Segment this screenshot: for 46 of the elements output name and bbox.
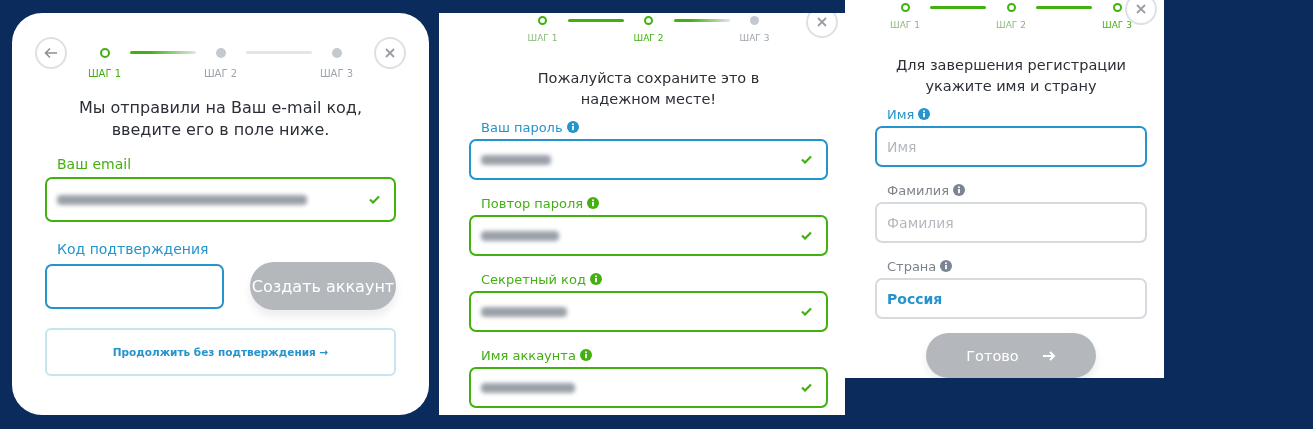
field-label: Имя аккаунта: [481, 347, 576, 363]
input-field[interactable]: Имя: [875, 126, 1147, 167]
step-dot: [99, 48, 110, 58]
field-label: Фамилия: [887, 182, 949, 198]
heading: Мы отправили на Ваш e-mail код, введите его в поле ниже.: [77, 97, 363, 141]
step-dot: [215, 48, 226, 58]
field-label: Ваш email: [57, 156, 132, 172]
step-label: ШАГ 2: [996, 20, 1026, 30]
step-label: ШАГ 2: [633, 33, 664, 43]
field-label: Повтор пароля: [481, 195, 584, 211]
close-button[interactable]: [374, 37, 406, 69]
back-button[interactable]: [35, 37, 67, 69]
field-label: Код подтверждения: [57, 241, 209, 257]
input-field[interactable]: [469, 367, 828, 408]
heading: Для завершения регистрации укажите имя и страну: [895, 56, 1127, 96]
close-icon: [1136, 4, 1146, 14]
step-label: ШАГ 1: [527, 33, 558, 43]
step-dot: [750, 16, 759, 25]
step-label: ШАГ 3: [1102, 20, 1132, 30]
step-dot: [644, 16, 653, 25]
step-dot: [331, 48, 342, 58]
field-label: Страна: [887, 258, 937, 274]
back-arrow-icon: [44, 47, 58, 59]
continue-button[interactable]: Продолжить без подтверждения →: [45, 328, 396, 376]
step-label: ШАГ 3: [319, 68, 354, 79]
step-dot: [538, 16, 547, 25]
step-label: ШАГ 3: [739, 33, 770, 43]
arrow-icon: [1042, 350, 1056, 361]
heading: Пожалуйста сохраните это в надежном месте!: [536, 69, 761, 109]
close-icon: [817, 17, 827, 27]
input-field[interactable]: [469, 139, 828, 180]
close-icon: [385, 48, 395, 58]
step-label: ШАГ 1: [890, 20, 920, 30]
field-label: Ваш пароль: [481, 119, 563, 135]
field-label: Имя: [887, 106, 915, 122]
close-button[interactable]: [806, 13, 838, 38]
step-label: ШАГ 1: [87, 68, 122, 79]
field-label: Секретный код: [481, 271, 586, 287]
input-field[interactable]: [469, 291, 828, 332]
step-dot: [1006, 3, 1016, 12]
step-label: ШАГ 2: [203, 68, 238, 79]
step-dot: [1112, 3, 1122, 12]
input-field[interactable]: [45, 263, 224, 309]
step-dot: [900, 3, 910, 12]
input-field[interactable]: [469, 215, 828, 256]
input-field[interactable]: Россия: [875, 278, 1147, 319]
